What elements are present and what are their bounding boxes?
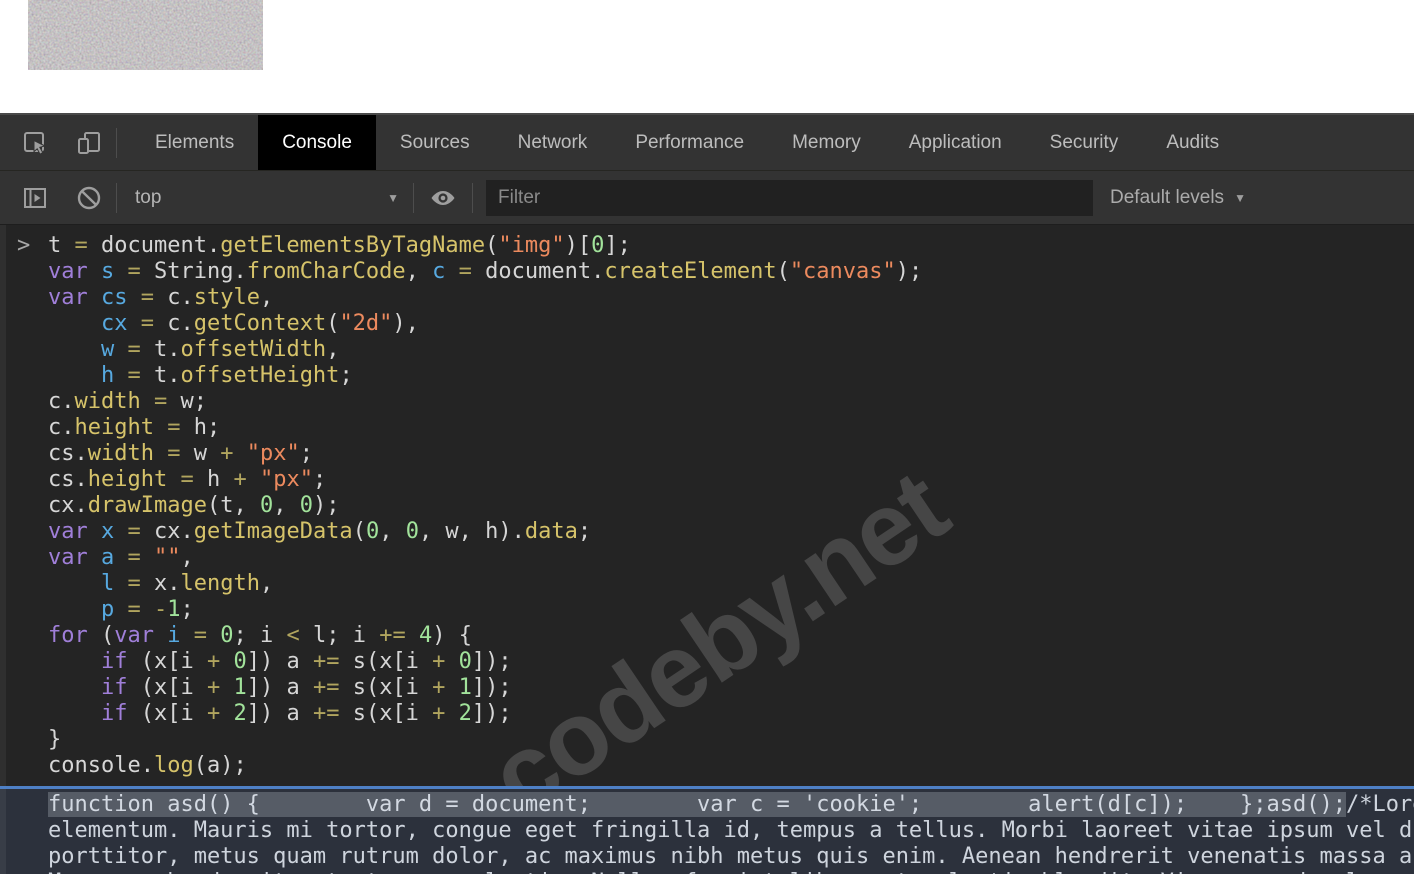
devtools-tabbar: Elements Console Sources Network Perform… (0, 115, 1414, 171)
noise-canvas (28, 0, 263, 70)
divider (116, 127, 117, 158)
code-line: t = document.getElementsByTagName("img")… (48, 233, 631, 258)
console-message-area[interactable]: > t = document.getElementsByTagName("img… (0, 225, 1414, 786)
tab-console[interactable]: Console (258, 115, 376, 170)
code-line: h = t.offsetHeight; (100, 363, 353, 388)
code-line: p = -1; (100, 597, 194, 622)
live-expression-button[interactable] (414, 171, 472, 224)
tab-memory[interactable]: Memory (768, 115, 885, 170)
code-line: cx = c.getContext("2d"), (100, 311, 419, 336)
chevron-down-icon: ▼ (1234, 190, 1246, 205)
code-line: } (48, 727, 62, 752)
log-levels-label: Default levels (1110, 186, 1225, 208)
code-line: c.width = w; (48, 389, 207, 414)
devtools-tabs: Elements Console Sources Network Perform… (131, 115, 1243, 170)
tab-audits[interactable]: Audits (1142, 115, 1243, 170)
code-line: porttitor, metus quam rutrum dolor, ac m… (48, 844, 1413, 869)
tab-performance[interactable]: Performance (611, 115, 768, 170)
device-toolbar-button[interactable] (62, 115, 116, 170)
drawer-toggle-icon (24, 187, 46, 208)
filter-input[interactable] (486, 179, 1093, 216)
code-line: Maecenas hendrerit ante tempor molestie.… (48, 870, 1414, 874)
context-selector-value: top (135, 186, 162, 208)
inspect-cursor-icon (24, 131, 47, 155)
code-line: cs.height = h + "px"; (48, 467, 327, 492)
code-line: var a = "", (48, 545, 194, 570)
code-line: cs.width = w + "px"; (48, 441, 313, 466)
tab-network[interactable]: Network (494, 115, 612, 170)
code-line: for (var i = 0; i < l; i += 4) { (48, 623, 472, 648)
chevron-down-icon: ▼ (387, 190, 399, 205)
code-line: if (x[i + 2]) a += s(x[i + 2]); (100, 701, 512, 726)
inspect-element-button[interactable] (8, 115, 62, 170)
code-line: elementum. Mauris mi tortor, congue eget… (48, 818, 1413, 843)
code-line: c.height = h; (48, 415, 221, 440)
clear-console-icon (77, 186, 101, 209)
log-levels-selector[interactable]: Default levels ▼ (1110, 187, 1246, 209)
tab-sources[interactable]: Sources (376, 115, 494, 170)
tab-elements[interactable]: Elements (131, 115, 258, 170)
screenshot-root: Elements Console Sources Network Perform… (0, 0, 1414, 874)
code-line: cx.drawImage(t, 0, 0); (48, 493, 340, 518)
context-selector[interactable]: top ▼ (117, 187, 413, 209)
code-line: console.log(a); (48, 753, 247, 778)
clear-console-button[interactable] (62, 171, 116, 224)
eye-icon (431, 190, 455, 205)
code-line: function asd() { var d = document; var c… (48, 792, 1414, 817)
noise-image (28, 0, 263, 70)
console-prompt-chevron: > (17, 233, 31, 258)
code-line: var s = String.fromCharCode, c = documen… (48, 259, 923, 284)
code-line: if (x[i + 1]) a += s(x[i + 1]); (100, 675, 512, 700)
code-line: var x = cx.getImageData(0, 0, w, h).data… (48, 519, 592, 544)
code-line: l = x.length, (100, 571, 274, 596)
devtools-panel: Elements Console Sources Network Perform… (0, 113, 1414, 874)
tab-security[interactable]: Security (1026, 115, 1143, 170)
code-line: var cs = c.style, (48, 285, 274, 310)
device-toolbar-icon (78, 131, 100, 154)
payload-text-panel[interactable]: function asd() { var d = document; var c… (0, 786, 1414, 874)
divider (472, 182, 473, 213)
code-line: if (x[i + 0]) a += s(x[i + 0]); (100, 649, 512, 674)
console-toolbar: top ▼ Default levels ▼ (0, 171, 1414, 225)
tab-application[interactable]: Application (885, 115, 1026, 170)
console-input-code[interactable]: t = document.getElementsByTagName("img")… (48, 233, 1414, 779)
code-line: w = t.offsetWidth, (100, 337, 340, 362)
show-drawer-button[interactable] (8, 171, 62, 224)
